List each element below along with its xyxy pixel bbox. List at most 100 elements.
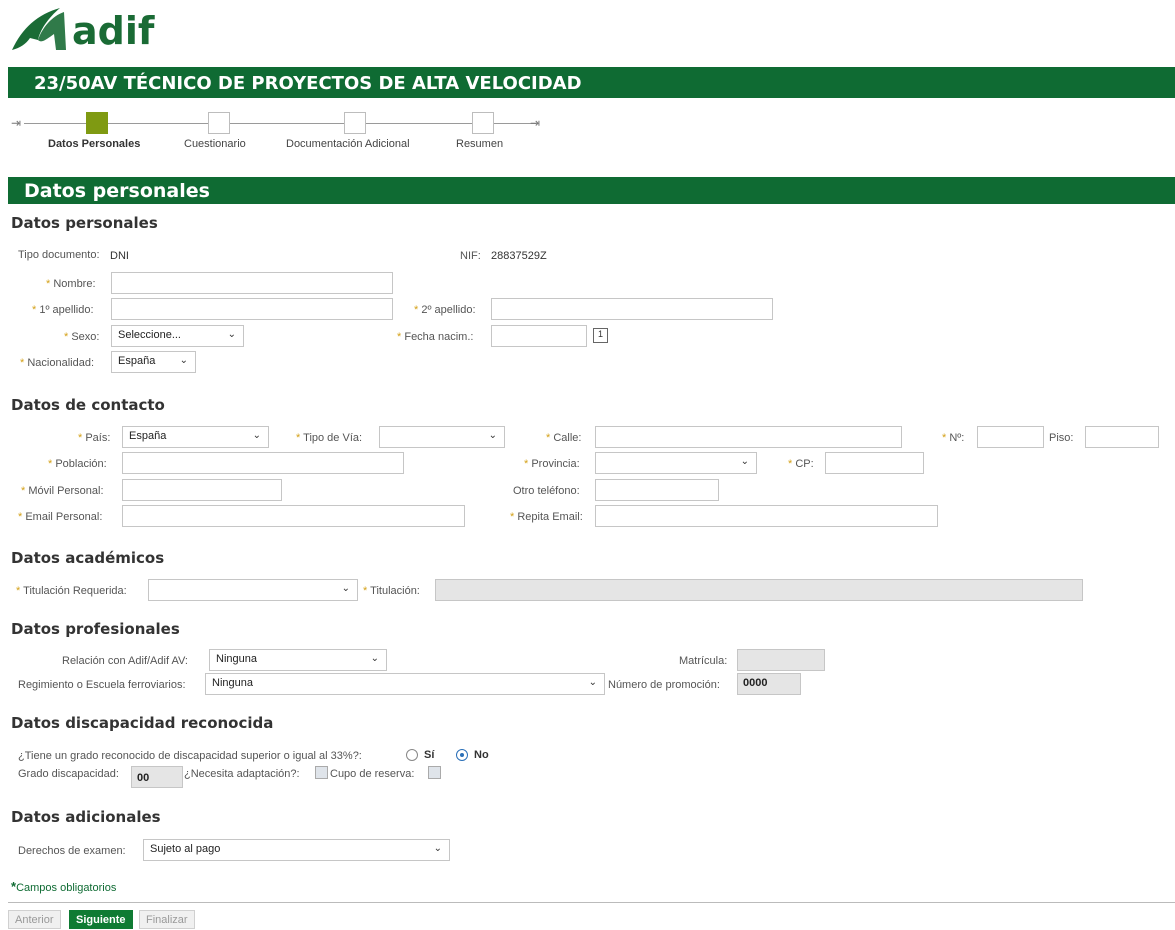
relacion-select[interactable]: Ninguna ⌄ <box>209 649 387 671</box>
titulacion-requerida-label: * Titulación Requerida: <box>16 585 127 597</box>
heading-datos-discapacidad: Datos discapacidad reconocida <box>11 714 274 732</box>
numero-label: * Nº: <box>942 432 965 444</box>
chevron-down-icon: ⌄ <box>370 653 379 664</box>
grado-input[interactable]: 00 <box>131 766 183 788</box>
heading-datos-contacto: Datos de contacto <box>11 396 165 414</box>
step-label-resumen: Resumen <box>456 138 504 150</box>
fecha-input[interactable] <box>491 325 587 347</box>
footer-divider <box>8 902 1175 903</box>
regimiento-label: Regimiento o Escuela ferroviarios: <box>18 679 186 691</box>
cp-input[interactable] <box>825 452 924 474</box>
otro-telefono-label: Otro teléfono: <box>513 485 580 497</box>
nacionalidad-select[interactable]: España ⌄ <box>111 351 196 373</box>
pais-select[interactable]: España ⌄ <box>122 426 269 448</box>
chevron-down-icon: ⌄ <box>252 430 261 441</box>
repita-email-input[interactable] <box>595 505 938 527</box>
apellido2-label: * 2º apellido: <box>414 304 476 316</box>
step-end-icon: ⇥ <box>530 116 541 130</box>
chevron-down-icon: ⌄ <box>433 843 442 854</box>
cupo-label: Cupo de reserva: <box>330 768 415 780</box>
step-label-datos-personales: Datos Personales <box>48 138 141 150</box>
nacionalidad-label: * Nacionalidad: <box>20 357 94 369</box>
anterior-button[interactable]: Anterior <box>8 910 61 929</box>
tipo-via-select[interactable]: ⌄ <box>379 426 505 448</box>
piso-input[interactable] <box>1085 426 1159 448</box>
calle-label: * Calle: <box>546 432 582 444</box>
titulacion-input[interactable] <box>435 579 1083 601</box>
radio-no-label: No <box>474 749 489 761</box>
numero-input[interactable] <box>977 426 1044 448</box>
promocion-label: Número de promoción: <box>608 679 720 691</box>
provincia-select[interactable]: ⌄ <box>595 452 757 474</box>
chevron-down-icon: ⌄ <box>488 430 497 441</box>
adif-logo: adif <box>12 8 155 53</box>
titulacion-requerida-select[interactable]: ⌄ <box>148 579 358 601</box>
sexo-select[interactable]: Seleccione... ⌄ <box>111 325 244 347</box>
matricula-input[interactable] <box>737 649 825 671</box>
piso-label: Piso: <box>1049 432 1074 444</box>
step-box-datos-personales[interactable] <box>86 112 108 134</box>
nif-label: NIF: <box>460 250 481 262</box>
required-note: *Campos obligatorios <box>11 879 117 894</box>
fecha-label: * Fecha nacim.: <box>397 331 474 343</box>
step-box-documentacion[interactable] <box>344 112 366 134</box>
derechos-label: Derechos de examen: <box>18 845 126 857</box>
poblacion-input[interactable] <box>122 452 404 474</box>
movil-input[interactable] <box>122 479 282 501</box>
step-label-documentacion: Documentación Adicional <box>286 138 410 150</box>
step-label-cuestionario: Cuestionario <box>184 138 246 150</box>
heading-datos-academicos: Datos académicos <box>11 549 165 567</box>
adaptacion-label: ¿Necesita adaptación?: <box>184 768 300 780</box>
chevron-down-icon: ⌄ <box>740 456 749 467</box>
calle-input[interactable] <box>595 426 902 448</box>
adaptacion-checkbox[interactable] <box>315 766 328 779</box>
apellido1-label: * 1º apellido: <box>32 304 94 316</box>
nombre-input[interactable] <box>111 272 393 294</box>
chevron-down-icon: ⌄ <box>227 329 236 340</box>
calendar-icon[interactable]: 1 <box>593 328 608 343</box>
sexo-label: * Sexo: <box>64 331 100 343</box>
cp-label: * CP: <box>788 458 814 470</box>
relacion-label: Relación con Adif/Adif AV: <box>62 655 188 667</box>
siguiente-button[interactable]: Siguiente <box>69 910 133 929</box>
heading-datos-personales: Datos personales <box>11 214 158 232</box>
heading-datos-adicionales: Datos adicionales <box>11 808 161 826</box>
tipo-via-label: * Tipo de Vía: <box>296 432 363 444</box>
movil-label: * Móvil Personal: <box>21 485 104 497</box>
radio-si-label: Sí <box>424 749 435 761</box>
cupo-checkbox[interactable] <box>428 766 441 779</box>
step-start-icon: ⇥ <box>11 116 22 130</box>
chevron-down-icon: ⌄ <box>588 677 597 688</box>
nif-value: 28837529Z <box>491 250 547 262</box>
section-title: Datos personales <box>24 180 210 202</box>
pais-label: * País: <box>78 432 111 444</box>
titulacion-label: * Titulación: <box>363 585 420 597</box>
radio-si[interactable] <box>406 749 418 761</box>
email-input[interactable] <box>122 505 465 527</box>
apellido1-input[interactable] <box>111 298 393 320</box>
page-title: 23/50AV TÉCNICO DE PROYECTOS DE ALTA VEL… <box>34 73 582 94</box>
email-label: * Email Personal: <box>18 511 103 523</box>
step-box-resumen[interactable] <box>472 112 494 134</box>
provincia-label: * Provincia: <box>524 458 580 470</box>
regimiento-select[interactable]: Ninguna ⌄ <box>205 673 605 695</box>
tipo-doc-label: Tipo documento: <box>18 249 100 261</box>
logo-wordmark: adif <box>72 9 155 53</box>
otro-telefono-input[interactable] <box>595 479 719 501</box>
chevron-down-icon: ⌄ <box>179 355 188 366</box>
matricula-label: Matrícula: <box>679 655 728 667</box>
step-box-cuestionario[interactable] <box>208 112 230 134</box>
promocion-input[interactable]: 0000 <box>737 673 801 695</box>
discapacidad-question: ¿Tiene un grado reconocido de discapacid… <box>18 750 362 762</box>
heading-datos-profesionales: Datos profesionales <box>11 620 180 638</box>
grado-label: Grado discapacidad: <box>18 768 119 780</box>
radio-no[interactable] <box>456 749 468 761</box>
poblacion-label: * Población: <box>48 458 107 470</box>
nombre-label: * Nombre: <box>46 278 96 290</box>
finalizar-button[interactable]: Finalizar <box>139 910 195 929</box>
derechos-select[interactable]: Sujeto al pago ⌄ <box>143 839 450 861</box>
apellido2-input[interactable] <box>491 298 773 320</box>
repita-email-label: * Repita Email: <box>510 511 583 523</box>
chevron-down-icon: ⌄ <box>341 583 350 594</box>
tipo-doc-value: DNI <box>110 250 129 262</box>
